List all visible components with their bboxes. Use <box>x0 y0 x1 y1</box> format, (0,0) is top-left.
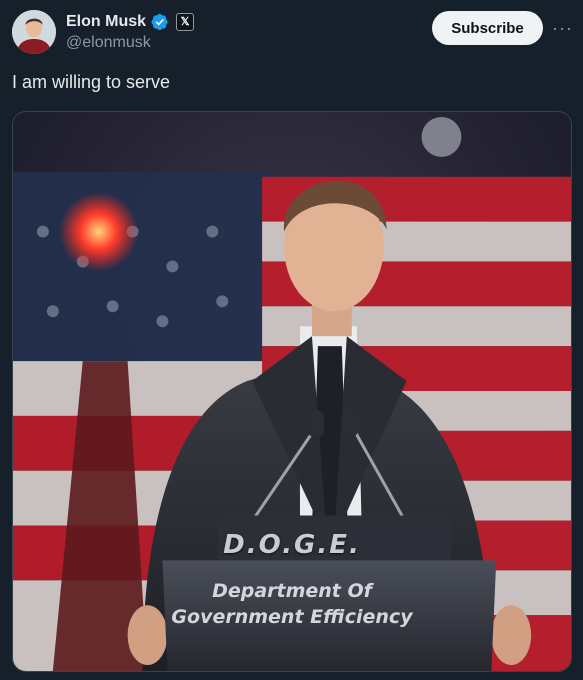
author-name-row: Elon Musk 𝕏 <box>66 11 195 32</box>
tweet-media-image[interactable]: D.O.G.E. Department Of Government Effici… <box>12 111 572 672</box>
author-display-name[interactable]: Elon Musk <box>66 13 146 31</box>
author-block: Elon Musk 𝕏 @elonmusk <box>66 11 195 52</box>
avatar-image <box>12 10 56 54</box>
more-icon[interactable]: ··· <box>552 18 572 38</box>
tweet-text: I am willing to serve <box>12 72 171 92</box>
podium-sign-line-2: Government Efficiency <box>171 606 413 628</box>
author-handle[interactable]: @elonmusk <box>66 34 194 52</box>
verified-badge-icon[interactable] <box>151 13 169 31</box>
podium-sign-line-1: Department Of <box>212 580 372 602</box>
podium-abbreviation: D.O.G.E. <box>223 530 361 560</box>
x-affiliate-icon[interactable]: 𝕏 <box>176 12 195 31</box>
avatar[interactable] <box>12 10 56 54</box>
tweet-post: Elon Musk 𝕏 @elonmusk Subscribe ··· I am… <box>0 0 583 680</box>
subscribe-button[interactable]: Subscribe <box>432 11 543 45</box>
